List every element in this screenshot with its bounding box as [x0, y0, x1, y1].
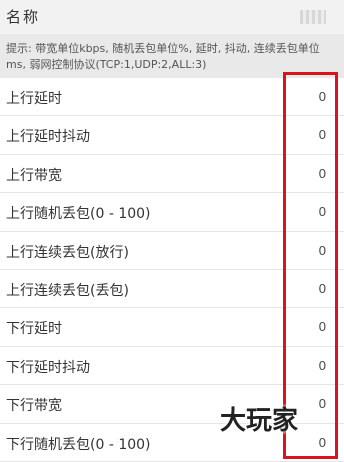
row-value-input[interactable]: 0 [319, 435, 326, 450]
list-item[interactable]: 上行延时 0 [0, 78, 344, 117]
row-label: 下行延时 [6, 321, 62, 338]
list-item[interactable]: 上行随机丢包(0 - 100) 0 [0, 193, 344, 232]
watermark-logo: 大玩家 [220, 406, 299, 436]
row-value-input[interactable]: 0 [319, 204, 326, 219]
list-item[interactable]: 下行延时 0 [0, 308, 344, 347]
header-title: 名称 [6, 8, 41, 26]
row-label: 下行带宽 [6, 398, 62, 415]
list-item[interactable]: 上行带宽 0 [0, 154, 344, 194]
row-value-input[interactable]: 0 [319, 281, 326, 296]
list-item[interactable]: 上行连续丢包(放行) 0 [0, 231, 344, 270]
list-item[interactable]: 上行延时抖动 0 [0, 116, 344, 155]
row-label: 上行连续丢包(丢包) [6, 282, 129, 299]
row-label: 下行随机丢包(0 - 100) [6, 436, 151, 453]
header-bar: 名称 [0, 0, 344, 34]
row-value-input[interactable]: 0 [319, 243, 326, 258]
list-item[interactable]: 上行连续丢包(丢包) 0 [0, 269, 344, 309]
row-value-input[interactable]: 0 [319, 396, 326, 411]
row-value-input[interactable]: 0 [319, 89, 326, 104]
row-label: 上行连续丢包(放行) [6, 244, 129, 261]
row-label: 上行延时 [6, 91, 62, 107]
row-label: 上行随机丢包(0 - 100) [6, 206, 151, 223]
hint-text: 提示: 带宽单位kbps, 随机丢包单位%, 延时, 抖动, 连续丢包单位ms,… [0, 34, 344, 78]
row-value-input[interactable]: 0 [319, 166, 326, 181]
list-item[interactable]: 下行延时抖动 0 [0, 346, 344, 386]
row-value-input[interactable]: 0 [319, 127, 326, 142]
row-value-input[interactable]: 0 [319, 319, 326, 334]
row-value-input[interactable]: 0 [319, 358, 326, 373]
row-label: 下行延时抖动 [6, 359, 90, 376]
row-label: 上行延时抖动 [6, 129, 90, 146]
blurred-icon[interactable] [300, 10, 326, 24]
row-label: 上行带宽 [6, 167, 62, 184]
